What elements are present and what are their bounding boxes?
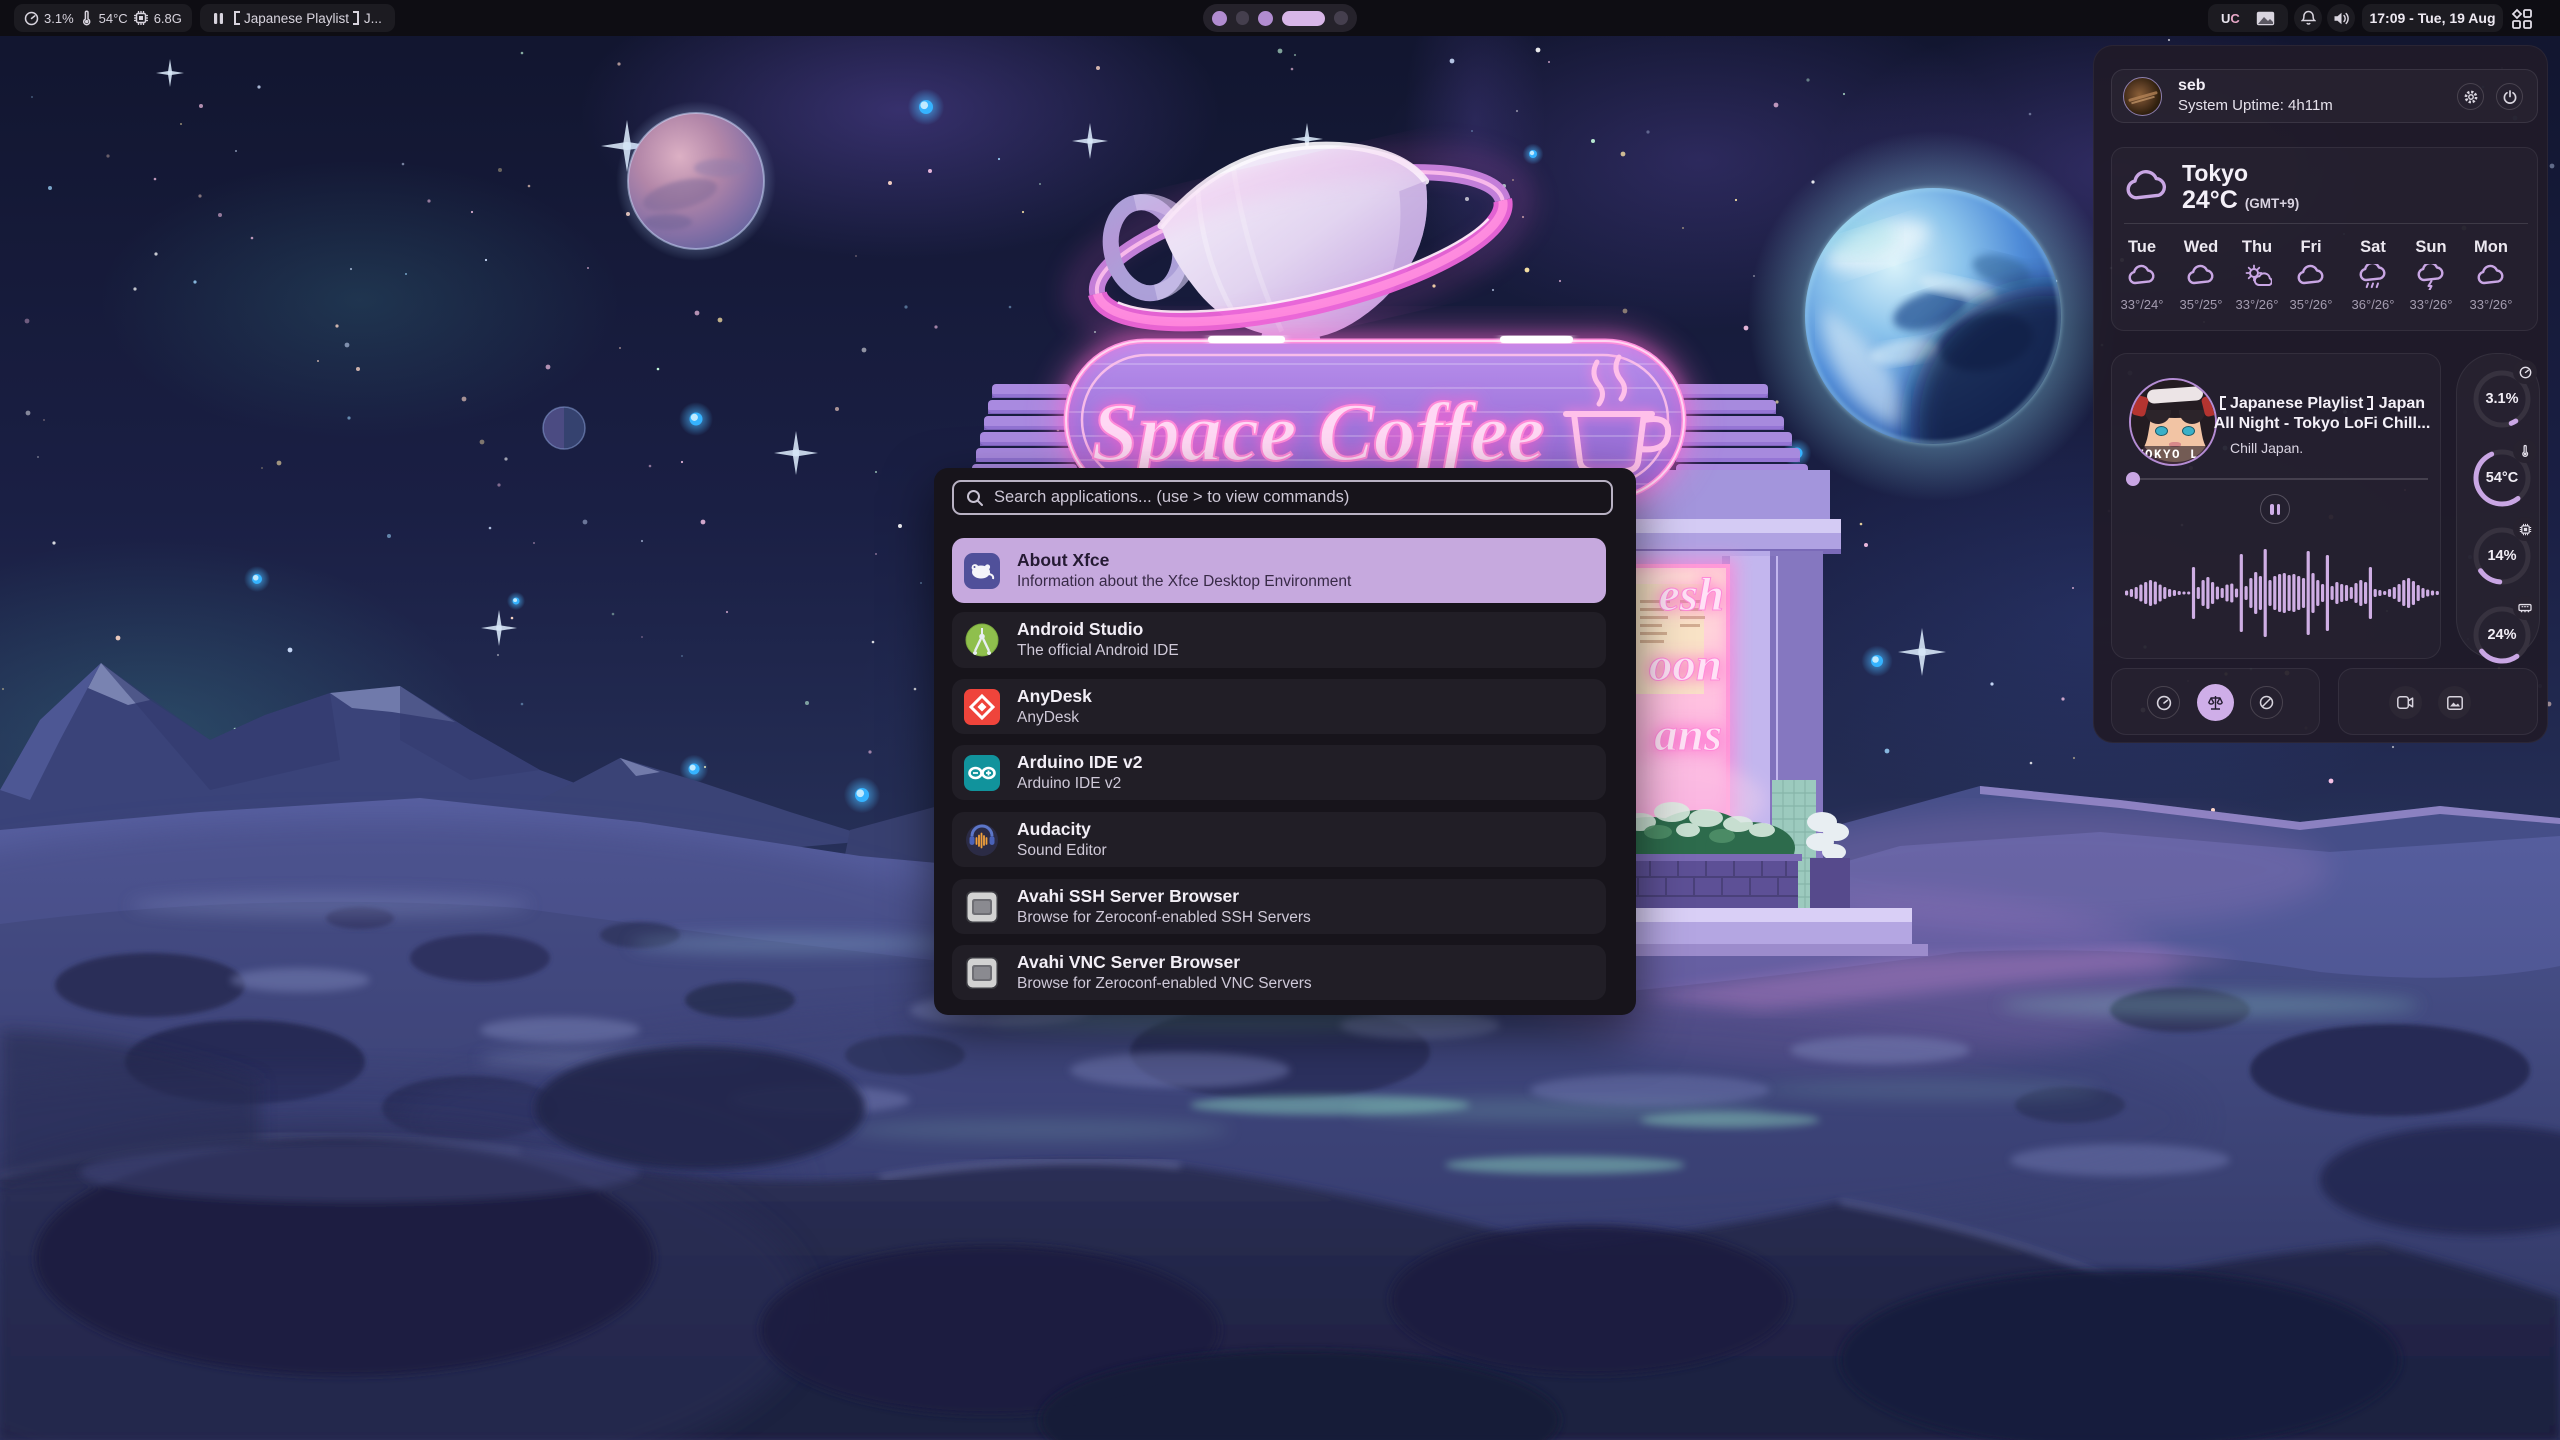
svg-text:oon: oon	[1649, 639, 1722, 691]
svg-text:esh: esh	[1659, 569, 1724, 621]
svg-text:ans: ans	[1654, 709, 1722, 761]
svg-text:Space Coffee: Space Coffee	[1091, 386, 1544, 479]
